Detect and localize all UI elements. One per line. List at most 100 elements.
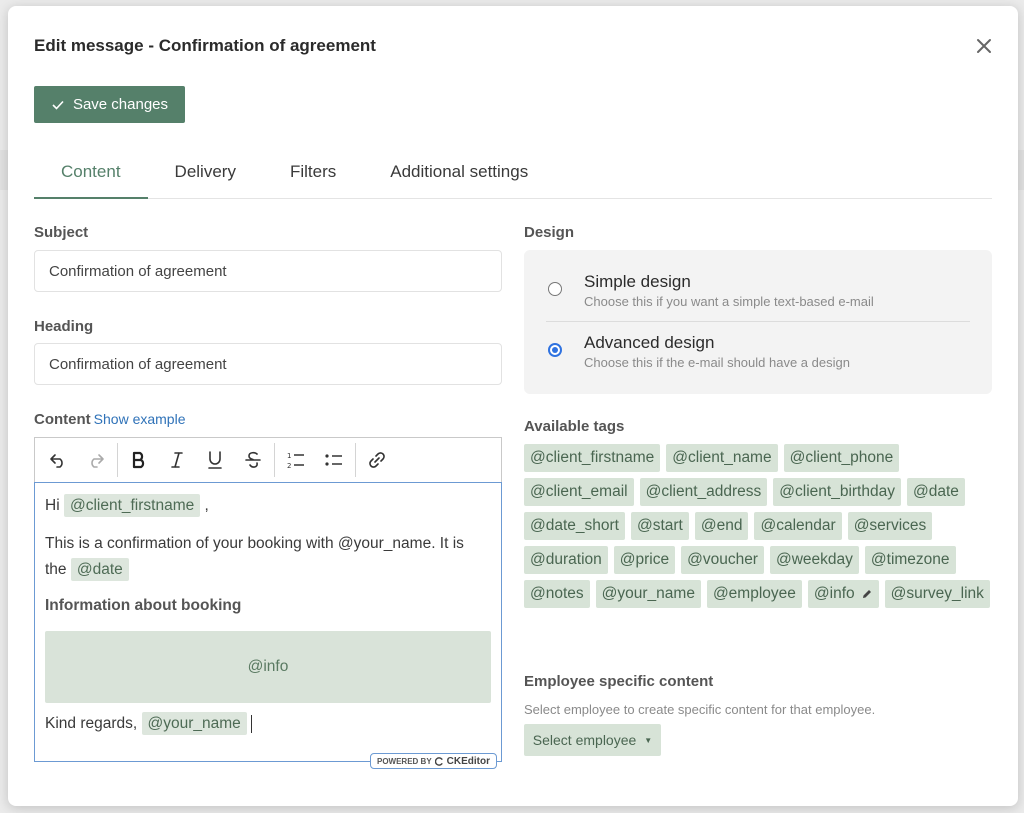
simple-design-radio[interactable] <box>548 282 562 296</box>
background-page <box>0 150 8 190</box>
subject-input[interactable]: Confirmation of agreement <box>34 250 502 292</box>
option-description: Choose this if the e-mail should have a … <box>584 355 850 370</box>
advanced-design-radio[interactable] <box>548 343 562 357</box>
content-label: Content <box>34 411 91 428</box>
bold-button[interactable] <box>120 442 158 478</box>
closing-text: Kind regards, <box>45 715 138 733</box>
tag-chip[interactable]: @client_phone <box>783 444 900 472</box>
bulleted-list-button[interactable] <box>315 442 353 478</box>
ckeditor-badge[interactable]: POWERED BY CKEditor <box>369 753 497 769</box>
tag-chip-label: @notes <box>530 585 584 602</box>
tag-chip[interactable]: @employee <box>706 580 802 608</box>
ckeditor-logo-icon <box>434 756 443 766</box>
tag-chip[interactable]: @timezone <box>864 546 956 574</box>
toolbar-separator <box>355 443 356 477</box>
tag-chip-label: @voucher <box>687 551 758 568</box>
undo-button[interactable] <box>39 442 77 478</box>
inline-tag[interactable]: @date <box>70 558 129 581</box>
editor-body-line: This is a confirmation of your booking w… <box>45 535 464 552</box>
design-label: Design <box>524 224 575 241</box>
tab-content[interactable]: Content <box>34 152 148 199</box>
tab-bar: Content Delivery Filters Additional sett… <box>34 152 992 199</box>
tag-chip[interactable]: @weekday <box>769 546 859 574</box>
select-employee-dropdown[interactable]: Select employee ▼ <box>524 724 661 756</box>
background-page <box>1018 150 1024 190</box>
tag-chip[interactable]: @client_address <box>639 478 768 506</box>
option-title: Simple design <box>584 272 691 291</box>
available-tags-label: Available tags <box>524 418 625 435</box>
tag-chip[interactable]: @end <box>694 512 749 540</box>
tab-filters[interactable]: Filters <box>263 152 363 199</box>
inline-tag[interactable]: @your_name <box>141 712 247 736</box>
tag-chip[interactable]: @client_firstname <box>524 444 661 472</box>
subject-label: Subject <box>34 224 89 241</box>
option-description: Choose this if you want a simple text-ba… <box>584 294 874 309</box>
tag-chip-label: @client_address <box>645 483 762 500</box>
greeting-end: , <box>204 497 209 514</box>
tag-chip[interactable]: @client_name <box>666 444 778 472</box>
tag-chip-label: @date_short <box>530 517 619 534</box>
numbered-list-icon: 12 <box>287 452 304 470</box>
toolbar-separator <box>117 443 118 477</box>
svg-text:1: 1 <box>287 452 291 460</box>
svg-text:2: 2 <box>287 462 291 470</box>
modal-title: Edit message - Confirmation of agreement <box>34 36 376 55</box>
tag-chip-label: @services <box>853 517 927 534</box>
tag-chip[interactable]: @calendar <box>754 512 842 540</box>
advanced-design-option[interactable]: Advanced design Choose this if the e-mai… <box>548 333 968 373</box>
body-text: the <box>45 561 67 578</box>
toolbar-separator <box>274 443 275 477</box>
tag-chip[interactable]: @your_name <box>595 580 701 608</box>
inline-tag[interactable]: @client_firstname <box>63 494 201 517</box>
tag-chip[interactable]: @survey_link <box>884 580 990 608</box>
tag-chip[interactable]: @notes <box>524 580 590 608</box>
bulleted-list-icon <box>325 454 342 466</box>
link-icon <box>369 452 385 468</box>
tag-chip[interactable]: @voucher <box>681 546 764 574</box>
tag-chip[interactable]: @date <box>906 478 965 506</box>
editor-body-line-2: the @date <box>45 558 129 581</box>
tag-chip[interactable]: @price <box>613 546 676 574</box>
underline-button[interactable] <box>196 442 234 478</box>
heading-input[interactable]: Confirmation of agreement <box>34 343 502 385</box>
pencil-icon[interactable] <box>861 588 873 600</box>
close-button[interactable] <box>974 36 994 56</box>
tag-chip-label: @calendar <box>760 517 836 534</box>
info-block[interactable]: @info <box>45 631 491 703</box>
save-changes-button[interactable]: Save changes <box>34 86 185 123</box>
italic-icon <box>171 452 183 468</box>
show-example-link[interactable]: Show example <box>94 411 186 427</box>
numbered-list-button[interactable]: 12 <box>277 442 315 478</box>
employee-specific-description: Select employee to create specific conte… <box>524 702 876 717</box>
tab-delivery[interactable]: Delivery <box>148 152 263 199</box>
tag-chip[interactable]: @duration <box>524 546 608 574</box>
strikethrough-button[interactable] <box>234 442 272 478</box>
tag-chip[interactable]: @client_birthday <box>773 478 901 506</box>
tag-chip[interactable]: @date_short <box>524 512 625 540</box>
edit-message-modal: Edit message - Confirmation of agreement… <box>8 6 1018 806</box>
strikethrough-icon <box>245 451 261 468</box>
simple-design-option[interactable]: Simple design Choose this if you want a … <box>548 272 968 312</box>
divider <box>546 321 970 322</box>
option-title: Advanced design <box>584 333 715 352</box>
tag-chip-label: @client_birthday <box>779 483 895 500</box>
design-options: Simple design Choose this if you want a … <box>524 250 992 394</box>
tag-chip[interactable]: @services <box>847 512 933 540</box>
italic-button[interactable] <box>158 442 196 478</box>
editor-closing-line: Kind regards, @your_name <box>45 712 252 736</box>
tag-chip[interactable]: @client_email <box>524 478 634 506</box>
link-button[interactable] <box>358 442 396 478</box>
tab-additional-settings[interactable]: Additional settings <box>363 152 555 199</box>
redo-button[interactable] <box>77 442 115 478</box>
tag-chip[interactable]: @info <box>807 580 879 608</box>
tag-chip-label: @your_name <box>601 585 695 602</box>
content-label-row: Content Show example <box>34 411 185 428</box>
greeting-text: Hi <box>45 497 60 514</box>
tag-chip-label: @client_firstname <box>530 449 655 466</box>
content-editor[interactable]: Hi @client_firstname , This is a confirm… <box>34 482 502 769</box>
tag-chip-label: @info <box>813 585 855 602</box>
tag-chip[interactable]: @start <box>630 512 689 540</box>
undo-icon <box>50 454 63 468</box>
tag-chip-label: @start <box>636 517 683 534</box>
tag-chip-label: @employee <box>712 585 796 602</box>
